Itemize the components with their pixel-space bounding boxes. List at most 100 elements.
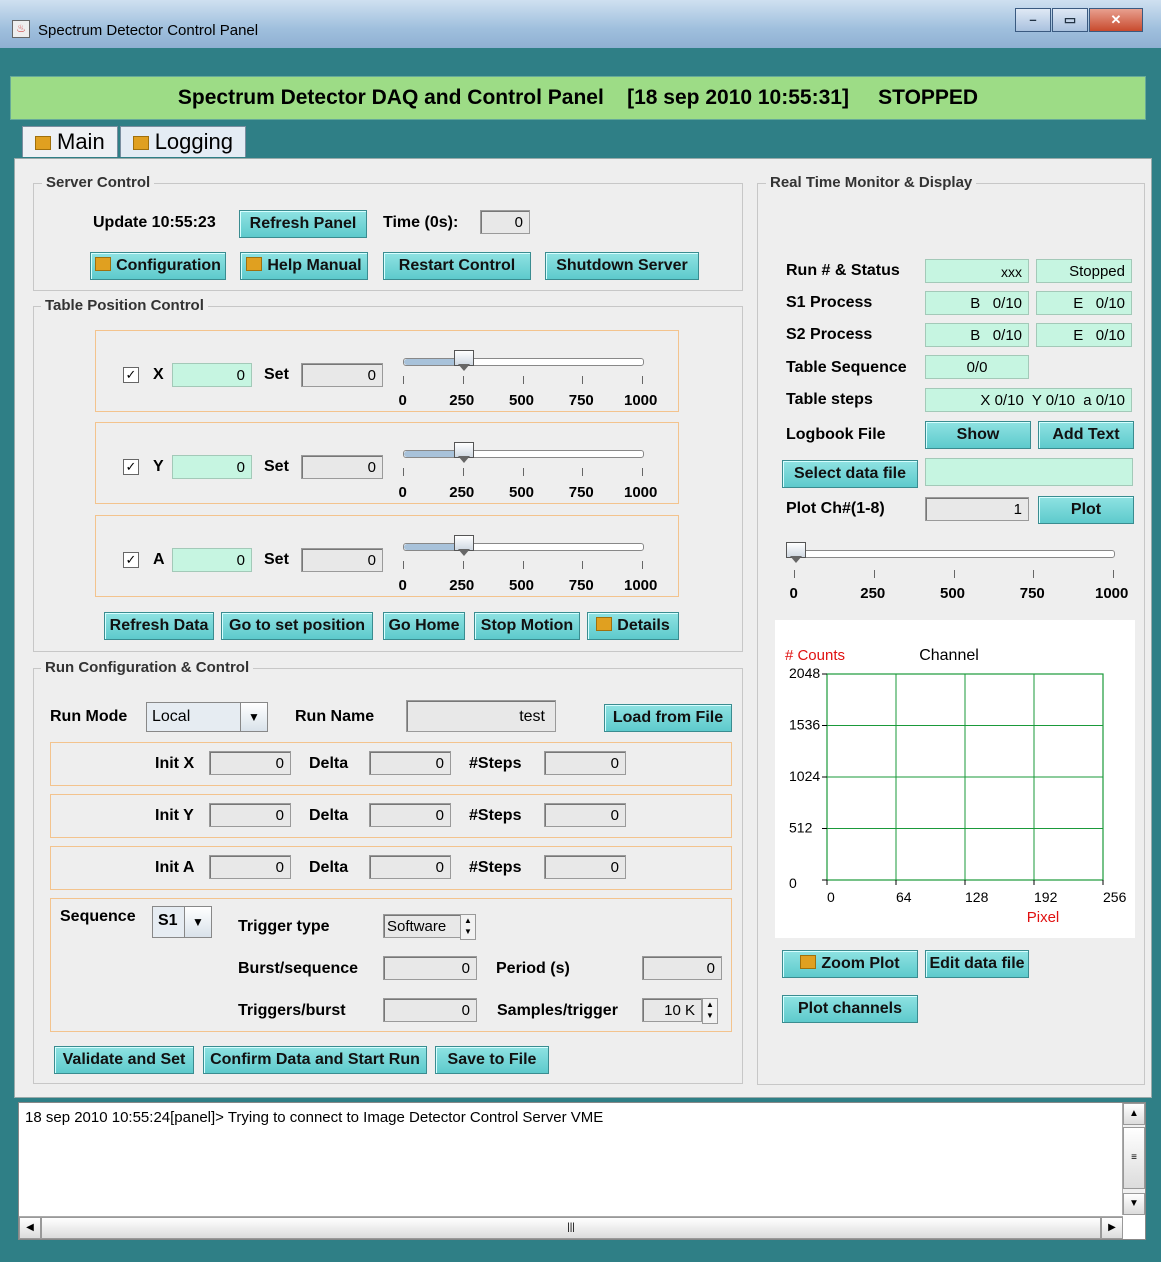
tab-main[interactable]: Main <box>22 126 118 157</box>
init-label: Init Y <box>155 807 194 824</box>
restart-control-button[interactable]: Restart Control <box>383 252 531 280</box>
vertical-scrollbar[interactable]: ▲ ≡ ▼ <box>1122 1103 1145 1215</box>
plot-channels-button[interactable]: Plot channels <box>782 995 918 1023</box>
scroll-thumb-horizontal[interactable]: ||| <box>41 1217 1101 1239</box>
scroll-thumb[interactable]: ≡ <box>1123 1127 1145 1189</box>
period-field[interactable]: 0 <box>642 956 722 980</box>
delta-field[interactable]: 0 <box>369 751 451 775</box>
burst-field[interactable]: 0 <box>383 956 477 980</box>
go-to-set-position-button[interactable]: Go to set position <box>221 612 373 640</box>
run-name-input[interactable]: test <box>406 700 556 732</box>
help-manual-button[interactable]: Help Manual <box>240 252 368 280</box>
show-logbook-button[interactable]: Show <box>925 421 1031 449</box>
delta-field[interactable]: 0 <box>369 803 451 827</box>
slider-tick-label: 750 <box>568 392 594 409</box>
y-tick-label: 1536 <box>789 717 820 733</box>
triggers-label: Triggers/burst <box>238 1002 346 1019</box>
run-status-label: Run # & Status <box>786 262 900 279</box>
stop-motion-button[interactable]: Stop Motion <box>474 612 580 640</box>
details-button[interactable]: Details <box>587 612 679 640</box>
confirm-and-start-run-button[interactable]: Confirm Data and Start Run <box>203 1046 427 1074</box>
axis-slider-thumb[interactable] <box>453 442 474 463</box>
refresh-panel-button[interactable]: Refresh Panel <box>239 210 367 238</box>
select-data-file-button[interactable]: Select data file <box>782 460 918 488</box>
plot-area: 0 64 128 192 256 0 512 1024 1536 2048 # Counts Chan… <box>775 620 1135 938</box>
time-field[interactable]: 0 <box>480 210 530 234</box>
slider-tick <box>642 468 643 476</box>
refresh-data-button[interactable]: Refresh Data <box>104 612 214 640</box>
triggers-field[interactable]: 0 <box>383 998 477 1022</box>
slider-tick-label: 0 <box>398 392 407 409</box>
sequence-value: S1 <box>158 912 178 929</box>
table-steps-field: X 0/10 Y 0/10 a 0/10 <box>925 388 1132 412</box>
init-field[interactable]: 0 <box>209 751 291 775</box>
spinner-arrows-icon[interactable]: ▲ ▼ <box>460 914 476 940</box>
channel-slider-thumb[interactable] <box>786 542 806 563</box>
samples-label: Samples/trigger <box>497 1002 618 1019</box>
axis-enabled-checkbox[interactable]: ✓ <box>123 459 139 475</box>
edit-data-file-button[interactable]: Edit data file <box>925 950 1029 978</box>
go-home-button[interactable]: Go Home <box>383 612 465 640</box>
axis-set-field[interactable]: 0 <box>301 548 383 572</box>
axis-slider-thumb[interactable] <box>453 535 474 556</box>
plot-button[interactable]: Plot <box>1038 496 1134 524</box>
s2-begin-field: B 0/10 <box>925 323 1029 347</box>
tab-logging[interactable]: Logging <box>119 126 246 157</box>
application-window: ♨ Spectrum Detector Control Panel – ▭ ✕ … <box>0 0 1161 1262</box>
close-icon[interactable]: ✕ <box>1089 8 1143 32</box>
configuration-button[interactable]: Configuration <box>90 252 226 280</box>
run-mode-select[interactable]: Local ▼ <box>146 702 268 732</box>
validate-and-set-button[interactable]: Validate and Set <box>54 1046 194 1074</box>
channel-chart: 0 64 128 192 256 0 512 1024 1536 2048# Counts Chan… <box>785 647 1127 926</box>
scroll-left-icon[interactable]: ◀ <box>19 1217 41 1239</box>
init-field[interactable]: 0 <box>209 855 291 879</box>
steps-field[interactable]: 0 <box>544 803 626 827</box>
period-label: Period (s) <box>496 960 570 977</box>
scroll-down-icon[interactable]: ▼ <box>1123 1193 1145 1215</box>
steps-field[interactable]: 0 <box>544 855 626 879</box>
slider-tick <box>582 561 584 569</box>
slider-tick <box>873 570 875 578</box>
log-console[interactable]: 18 sep 2010 10:55:24[panel]> Trying to c… <box>18 1102 1146 1240</box>
update-time: Update 10:55:23 <box>93 214 216 231</box>
log-line: 18 sep 2010 10:55:24[panel]> Trying to c… <box>25 1109 604 1126</box>
save-to-file-button[interactable]: Save to File <box>435 1046 549 1074</box>
maximize-icon[interactable]: ▭ <box>1052 8 1088 32</box>
scroll-right-icon[interactable]: ▶ <box>1101 1217 1123 1239</box>
slider-tick <box>642 561 643 569</box>
init-field[interactable]: 0 <box>209 803 291 827</box>
delta-field[interactable]: 0 <box>369 855 451 879</box>
init-label: Init X <box>155 755 195 772</box>
axis-label: X <box>153 366 164 383</box>
slider-tick <box>582 376 584 384</box>
minimize-icon[interactable]: – <box>1015 8 1051 32</box>
trigger-type-spinner[interactable]: Software <box>383 914 461 938</box>
sequence-select[interactable]: S1 ▼ <box>152 906 212 938</box>
scroll-up-icon[interactable]: ▲ <box>1123 1103 1145 1125</box>
slider-tick-label: 0 <box>398 484 407 501</box>
spinner-arrows-icon[interactable]: ▲ ▼ <box>702 998 718 1024</box>
axis-set-field[interactable]: 0 <box>301 455 383 479</box>
axis-position-field: 0 <box>172 455 252 479</box>
zoom-plot-button[interactable]: Zoom Plot <box>782 950 918 978</box>
plot-channel-field[interactable]: 1 <box>925 497 1029 521</box>
channel-slider-track[interactable] <box>794 550 1115 558</box>
run-name-label: Run Name <box>295 708 375 725</box>
axis-enabled-checkbox[interactable]: ✓ <box>123 552 139 568</box>
steps-field[interactable]: 0 <box>544 751 626 775</box>
horizontal-scrollbar[interactable]: ◀ ||| ▶ <box>19 1216 1123 1239</box>
samples-spinner[interactable]: 10 K <box>642 998 702 1022</box>
slider-tick <box>1113 570 1114 578</box>
add-text-button[interactable]: Add Text <box>1038 421 1134 449</box>
slider-tick-label: 750 <box>568 484 594 501</box>
data-file-field[interactable] <box>925 458 1133 486</box>
axis-slider-thumb[interactable] <box>453 350 474 371</box>
axis-enabled-checkbox[interactable]: ✓ <box>123 367 139 383</box>
shutdown-server-button[interactable]: Shutdown Server <box>545 252 699 280</box>
slider-tick <box>522 376 524 384</box>
set-label: Set <box>264 366 289 383</box>
load-from-file-button[interactable]: Load from File <box>604 704 732 732</box>
steps-label: #Steps <box>469 755 522 772</box>
slider-tick <box>403 376 404 384</box>
axis-set-field[interactable]: 0 <box>301 363 383 387</box>
